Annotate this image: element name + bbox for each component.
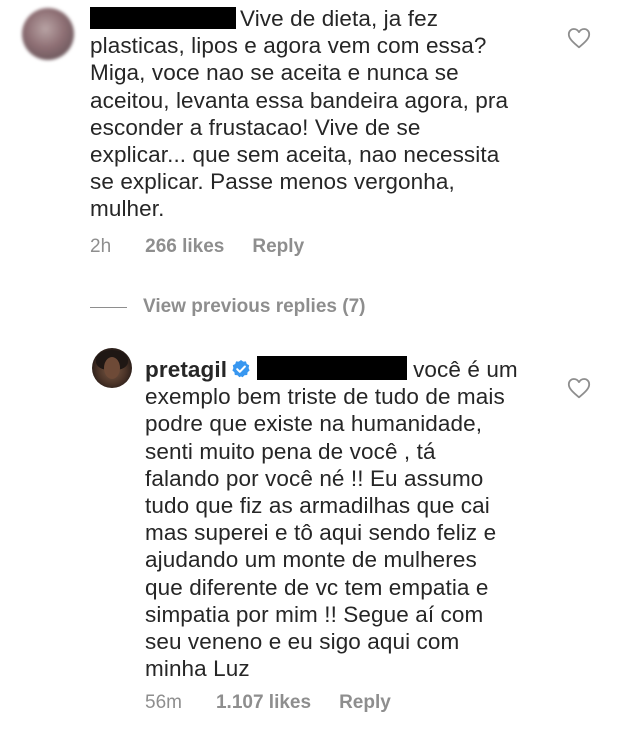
heart-outline-icon[interactable] (567, 27, 591, 49)
comment-text: Vive de dieta, ja fez plasticas, lipos e… (90, 6, 509, 222)
comment-time: 56m (145, 692, 182, 713)
divider-line (90, 306, 127, 308)
reply-button[interactable]: Reply (252, 236, 304, 258)
comment-meta: 56m 1.107 likes Reply (145, 692, 391, 714)
reply-button[interactable]: Reply (339, 692, 391, 714)
comment-time: 2h (90, 236, 112, 257)
verified-badge-icon (232, 360, 250, 378)
redacted-mention (257, 356, 408, 380)
redacted-username (90, 7, 236, 29)
comment-meta: 2h 266 likes Reply (90, 236, 304, 258)
comment-text-first-line: você é um (413, 357, 518, 382)
comment-text: exemplo bem triste de tudo de mais podre… (145, 384, 505, 682)
likes-count[interactable]: 266 likes (145, 236, 224, 258)
view-replies-label: View previous replies (7) (143, 296, 366, 317)
view-previous-replies-button[interactable]: View previous replies (7) (90, 296, 365, 318)
pretagil-avatar[interactable] (92, 348, 132, 388)
commenter-avatar[interactable] (22, 8, 74, 60)
comment-body: Vive de dieta, ja fez plasticas, lipos e… (90, 5, 560, 223)
likes-count[interactable]: 1.107 likes (216, 692, 311, 714)
username-link[interactable]: pretagil (145, 357, 227, 382)
heart-outline-icon[interactable] (567, 377, 591, 399)
comment-body: pretagil você é um exemplo bem triste de … (145, 356, 565, 682)
